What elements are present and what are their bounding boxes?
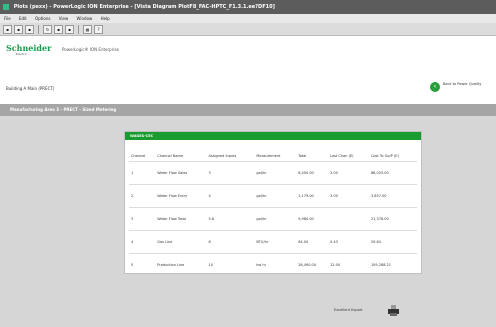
table-row: 4 Gas Line 8 BTU/hr 64.00 0.43 29.64 — [129, 229, 417, 253]
column-header: Cost To Go/P (E) — [370, 153, 399, 158]
table-row: 1 Water Flow Sales 3 gal/hr 8,400.00 3.0… — [129, 160, 417, 184]
table-cell: 5.6 — [206, 206, 255, 230]
table-cell: 4 — [129, 229, 156, 253]
table-cell: Water Flow Total — [155, 206, 207, 230]
table-cell: 1 — [129, 160, 156, 184]
table-cell: 1,179.00 — [296, 183, 329, 207]
table-cell: 88,025.00 — [368, 160, 417, 184]
table-cell: 64.00 — [296, 229, 329, 253]
table-cell: 29.64 — [368, 229, 417, 253]
table-cell: 10 — [206, 252, 255, 276]
menu-bar: File Edit Options View Window Help — [0, 14, 496, 23]
metering-table: Channel Channel Name Assigned Inputs Mea… — [129, 151, 417, 276]
save-icon[interactable]: ▪ — [3, 24, 12, 34]
grid-icon[interactable]: ▦ — [83, 24, 92, 34]
back-to-power-quality-button[interactable]: ‹ Back to Power Quality — [430, 80, 486, 96]
table-cell: 12.00 — [328, 252, 369, 276]
window-titlebar: Plots (pexx) - PowerLogic ION Enterprise… — [0, 0, 496, 14]
table-row: 3 Water Flow Total 5.6 gal/hr 9,980.00 2… — [129, 206, 417, 230]
table-cell: 8,400.00 — [296, 160, 329, 184]
table-cell: 3 — [206, 160, 255, 184]
table-cell: 21,376.00 — [368, 206, 417, 230]
menu-edit[interactable]: Edit — [19, 16, 27, 21]
table-cell: BTU/hr — [254, 229, 297, 253]
panel-title: WAGES-CEC — [125, 132, 421, 140]
paste-icon[interactable]: ▪ — [25, 24, 34, 34]
back-arrow-icon: ‹ — [430, 82, 440, 92]
printer-icon — [388, 305, 399, 316]
menu-help[interactable]: Help — [101, 16, 110, 21]
section-title: Manufacturing Area 3 - PRECT - Sized Met… — [0, 104, 496, 116]
table-cell — [328, 206, 369, 230]
column-header: Channel — [131, 153, 146, 158]
table-cell: 3.00 — [328, 160, 369, 184]
column-header: Total — [298, 153, 307, 158]
table-cell: gal/hr — [254, 206, 297, 230]
table-cell: 3.00 — [328, 183, 369, 207]
table-row: 2 Water Flow Entry 4 gal/hr 1,179.00 3.0… — [129, 183, 417, 207]
toolbar-separator — [78, 24, 79, 34]
column-header: Assigned Inputs — [208, 153, 237, 158]
table-cell: 2 — [129, 183, 156, 207]
table-cell: 9,980.00 — [296, 206, 329, 230]
back-button-label: Back to Power Quality — [443, 82, 482, 86]
help-icon[interactable]: ? — [94, 24, 103, 34]
print-icon[interactable]: ▪ — [54, 24, 63, 34]
table-cell: 8 — [206, 229, 255, 253]
app-title: PowerLogic® ION Enterprise — [62, 47, 119, 52]
table-cell: Water Flow Sales — [155, 160, 207, 184]
table-cell: 4 — [206, 183, 255, 207]
table-cell: 5 — [129, 252, 156, 276]
zoom-icon[interactable]: ▪ — [65, 24, 74, 34]
toolbar: ▪ ▪ ▪ ↻ ▪ ▪ ▦ ? — [0, 23, 496, 36]
table-cell: Water Flow Entry — [155, 183, 207, 207]
app-icon — [3, 3, 9, 10]
export-button[interactable]: Excellent Export — [334, 305, 404, 317]
page-header: Schneider Electric PowerLogic® ION Enter… — [0, 36, 496, 64]
building-label: Building A Main (PRECT) — [6, 86, 55, 91]
main-content: WAGES-CEC Channel Channel Name Assigned … — [0, 116, 496, 327]
table-cell: kw hr — [254, 252, 297, 276]
table-cell: 3,857.00 — [368, 183, 417, 207]
metering-panel: WAGES-CEC Channel Channel Name Assigned … — [124, 131, 422, 276]
window-title: Plots (pexx) - PowerLogic ION Enterprise… — [13, 4, 275, 10]
schneider-logo: Schneider Electric — [6, 43, 52, 56]
table-cell: 109,288.21 — [368, 252, 417, 276]
table-cell: 0.43 — [328, 229, 369, 253]
column-header: Measurement — [256, 153, 281, 158]
column-header: Last Chan (E) — [330, 153, 354, 158]
table-cell: Production Line — [155, 252, 207, 276]
table-cell: gal/hr — [254, 183, 297, 207]
export-label: Excellent Export — [334, 308, 363, 312]
toolbar-separator — [38, 24, 39, 34]
menu-view[interactable]: View — [59, 16, 69, 21]
table-row: 5 Production Line 10 kw hr 26,490.00 12.… — [129, 252, 417, 276]
table-cell: gal/hr — [254, 160, 297, 184]
copy-icon[interactable]: ▪ — [14, 24, 23, 34]
column-header: Channel Name — [157, 153, 184, 158]
refresh-icon[interactable]: ↻ — [43, 24, 52, 34]
menu-window[interactable]: Window — [77, 16, 93, 21]
table-cell: 3 — [129, 206, 156, 230]
table-header-row: Channel Channel Name Assigned Inputs Mea… — [129, 151, 417, 161]
menu-options[interactable]: Options — [35, 16, 50, 21]
table-cell: 26,490.00 — [296, 252, 329, 276]
menu-file[interactable]: File — [4, 16, 11, 21]
table-cell: Gas Line — [155, 229, 207, 253]
